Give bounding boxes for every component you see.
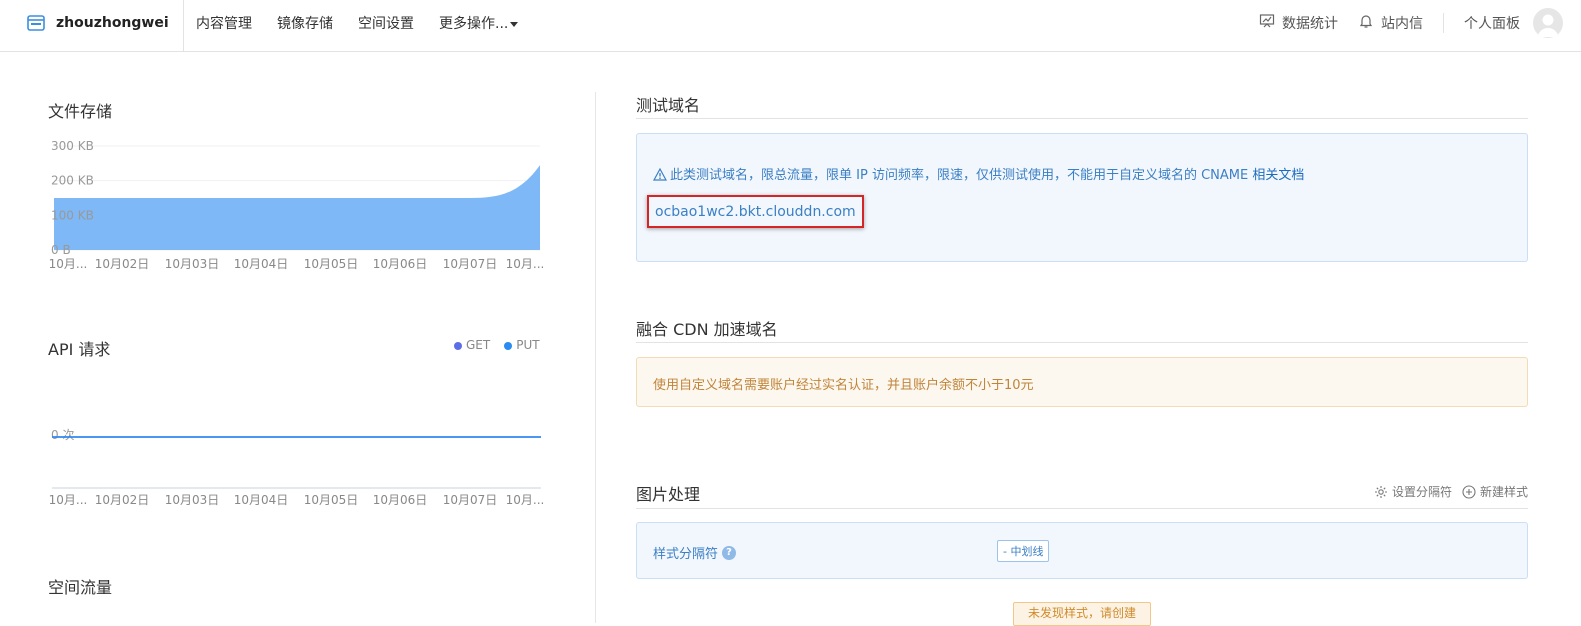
traffic-title: 空间流量: [48, 574, 112, 598]
top-bar: zhouzhongwei 内容管理 镜像存储 空间设置 更多操作... 数据统计: [0, 0, 1581, 52]
brand[interactable]: zhouzhongwei: [26, 0, 169, 46]
set-separator-label: 设置分隔符: [1392, 483, 1452, 500]
storage-x-tick-label: 10月06日: [373, 257, 428, 271]
api-x-tick-label: 10月03日: [165, 493, 220, 507]
storage-area: [54, 165, 540, 250]
legend-get-dot: [454, 342, 462, 350]
storage-x-tick-label: 10月...: [49, 257, 88, 271]
gear-icon: [1374, 485, 1388, 499]
bucket-name: zhouzhongwei: [56, 15, 169, 31]
plus-circle-icon: [1462, 485, 1476, 499]
storage-title: 文件存储: [48, 98, 112, 122]
test-domain-value[interactable]: ocbao1wc2.bkt.clouddn.com: [655, 204, 856, 220]
image-actions: 设置分隔符 新建样式: [1374, 483, 1528, 500]
personal-panel-link[interactable]: 个人面板: [1464, 8, 1563, 38]
bucket-icon: [26, 13, 46, 33]
legend-put-dot: [504, 342, 512, 350]
test-domain-notice-text: 此类测试域名，限总流量，限单 IP 访问频率，限速，仅供测试使用，不能用于自定义…: [670, 168, 1248, 183]
column-divider: [595, 92, 596, 623]
related-docs-link[interactable]: 相关文档: [1252, 168, 1304, 183]
cdn-warning-text: 使用自定义域名需要账户经过实名认证，并且账户余额不小于10元: [653, 374, 1034, 393]
cdn-rule: [636, 342, 1528, 343]
storage-y-tick-label: 0 B: [51, 243, 71, 257]
test-domain-notice: 此类测试域名，限总流量，限单 IP 访问频率，限速，仅供测试使用，不能用于自定义…: [653, 164, 1304, 183]
avatar[interactable]: [1533, 8, 1563, 38]
storage-y-tick-label: 100 KB: [51, 208, 94, 222]
set-separator-button[interactable]: 设置分隔符: [1374, 483, 1452, 500]
test-domain-panel: 此类测试域名，限总流量，限单 IP 访问频率，限速，仅供测试使用，不能用于自定义…: [636, 133, 1528, 262]
storage-chart: 300 KB200 KB100 KB0 B10月...10月02日10月03日1…: [48, 135, 548, 275]
test-domain-highlight[interactable]: ocbao1wc2.bkt.clouddn.com: [647, 195, 864, 228]
storage-x-tick-label: 10月05日: [304, 257, 359, 271]
personal-panel-label: 个人面板: [1464, 13, 1520, 33]
nav-mirror-storage[interactable]: 镜像存储: [277, 13, 333, 33]
legend-get[interactable]: GET: [454, 338, 490, 352]
legend-get-label: GET: [466, 338, 490, 352]
main-nav: 内容管理 镜像存储 空间设置 更多操作...: [196, 0, 543, 46]
test-domain-title: 测试域名: [636, 92, 700, 116]
api-title: API 请求: [48, 336, 110, 360]
api-x-tick-label: 10月05日: [304, 493, 359, 507]
storage-x-tick-label: 10月02日: [95, 257, 150, 271]
api-x-tick-label: 10月07日: [443, 493, 498, 507]
storage-y-tick-label: 300 KB: [51, 139, 94, 153]
chart-board-icon: [1259, 13, 1275, 33]
nav-more-actions[interactable]: 更多操作...: [439, 13, 518, 33]
new-style-label: 新建样式: [1480, 483, 1528, 500]
legend-put-label: PUT: [516, 338, 539, 352]
separator-tag: - 中划线: [997, 540, 1049, 562]
user-nav: 数据统计 站内信 个人面板: [1239, 0, 1563, 46]
stats-label: 数据统计: [1282, 13, 1338, 33]
api-x-tick-label: 10月02日: [95, 493, 150, 507]
image-title: 图片处理: [636, 481, 700, 505]
legend-put[interactable]: PUT: [504, 338, 539, 352]
messages-label: 站内信: [1381, 13, 1423, 33]
api-legend: GET PUT: [454, 338, 540, 352]
api-y-tick-label: 0 次: [51, 428, 74, 442]
help-icon[interactable]: ?: [722, 546, 736, 560]
api-chart: 0 次 10月... 10月02日 10月03日 10月04日 10月05日 10月06日 1…: [48, 420, 548, 515]
storage-x-tick-label: 10月03日: [165, 257, 220, 271]
api-x-tick-label: 10月06日: [373, 493, 428, 507]
separator-label: 样式分隔符 ?: [653, 543, 736, 562]
separator-panel: 样式分隔符 ? - 中划线: [636, 522, 1528, 579]
api-x-tick-label: 10月04日: [234, 493, 289, 507]
caret-down-icon: [510, 22, 518, 27]
brand-divider: [183, 0, 184, 52]
user-nav-divider: [1443, 13, 1444, 33]
bell-icon: [1358, 13, 1374, 33]
stats-link[interactable]: 数据统计: [1259, 13, 1338, 33]
new-style-button[interactable]: 新建样式: [1462, 483, 1528, 500]
warning-icon: [653, 168, 667, 181]
cdn-title: 融合 CDN 加速域名: [636, 316, 778, 340]
storage-x-tick-label: 10月...: [506, 257, 545, 271]
separator-label-text: 样式分隔符: [653, 543, 718, 562]
test-domain-rule: [636, 118, 1528, 119]
api-x-tick-label: 10月...: [506, 493, 545, 507]
no-style-notice: 未发现样式，请创建: [1013, 602, 1151, 626]
nav-space-settings[interactable]: 空间设置: [358, 13, 414, 33]
nav-more-label: 更多操作...: [439, 16, 508, 32]
api-x-tick-label: 10月...: [49, 493, 88, 507]
storage-x-tick-label: 10月07日: [443, 257, 498, 271]
nav-content-management[interactable]: 内容管理: [196, 13, 252, 33]
image-rule: [636, 508, 1528, 509]
cdn-warning-panel: 使用自定义域名需要账户经过实名认证，并且账户余额不小于10元: [636, 357, 1528, 407]
messages-link[interactable]: 站内信: [1358, 13, 1423, 33]
storage-y-tick-label: 200 KB: [51, 174, 94, 188]
storage-x-tick-label: 10月04日: [234, 257, 289, 271]
